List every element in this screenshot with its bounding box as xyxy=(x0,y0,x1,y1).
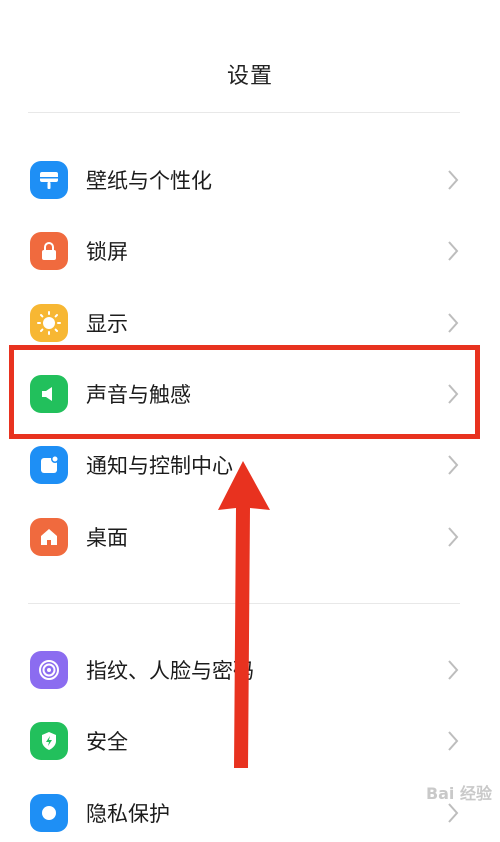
watermark-logo: Bai 经验 xyxy=(425,784,492,803)
annotation-arrow xyxy=(218,461,270,768)
